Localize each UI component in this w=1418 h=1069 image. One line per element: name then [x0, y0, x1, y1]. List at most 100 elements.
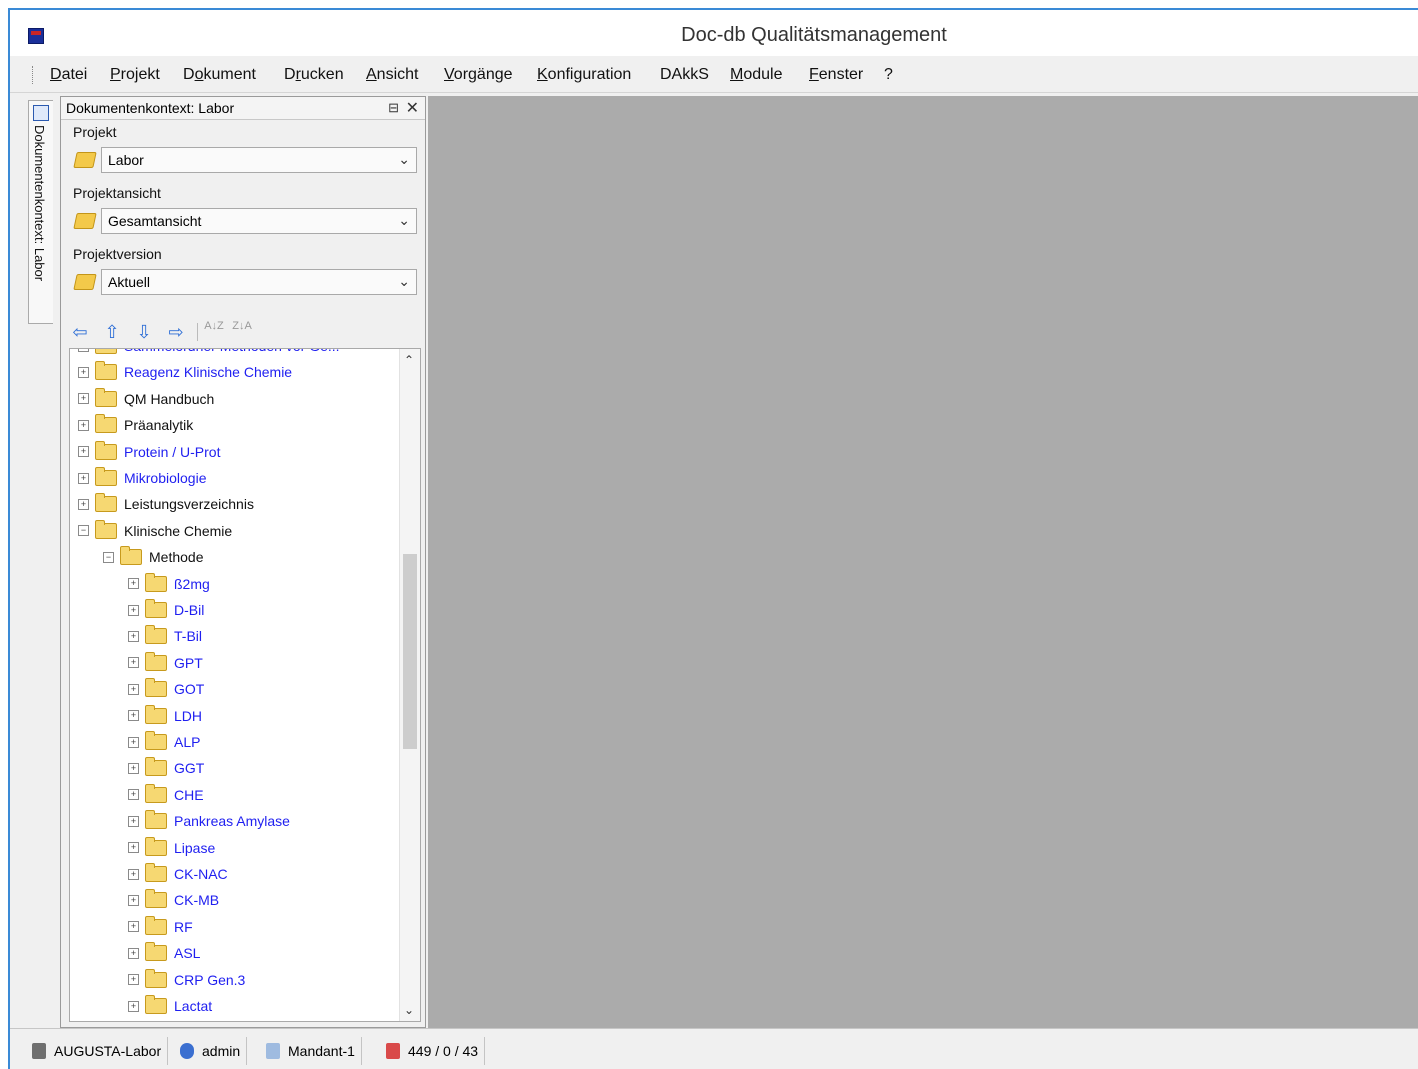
arrow-left-icon[interactable]: ⇦: [69, 321, 91, 343]
tree-node-label[interactable]: Leistungsverzeichnis: [124, 496, 254, 512]
expand-icon[interactable]: +: [128, 710, 139, 722]
menu-item[interactable]: Drucken: [284, 66, 344, 84]
expand-icon[interactable]: +: [128, 868, 139, 880]
tree-node-label[interactable]: GPT: [174, 655, 203, 671]
tree-node-label[interactable]: Reagenz Klinische Chemie: [124, 364, 292, 380]
tree-node-label[interactable]: Methode: [149, 549, 203, 565]
chevron-down-icon[interactable]: ⌄: [398, 212, 410, 229]
expand-icon[interactable]: +: [128, 789, 139, 801]
tree-node[interactable]: + Präanalytik: [78, 414, 193, 436]
scroll-up-icon[interactable]: ⌃: [404, 353, 414, 367]
tree-node-label[interactable]: Klinische Chemie: [124, 523, 232, 539]
expand-icon[interactable]: +: [128, 894, 139, 906]
arrow-down-icon[interactable]: ⇩: [133, 321, 155, 343]
projektversion-select[interactable]: Aktuell ⌄: [73, 269, 417, 297]
tree-node-label[interactable]: Lactat: [174, 998, 212, 1014]
expand-icon[interactable]: +: [128, 762, 139, 774]
tree-node[interactable]: + D-Bil: [128, 599, 204, 621]
menu-item[interactable]: Vorgänge: [444, 66, 513, 84]
tree-node-label[interactable]: ß2mg: [174, 576, 210, 592]
tree-node-label[interactable]: Protein / U-Prot: [124, 444, 220, 460]
tree-node[interactable]: + ASL: [128, 942, 200, 964]
tree-node[interactable]: + ALP: [128, 731, 200, 753]
tree-node[interactable]: + Mikrobiologie: [78, 467, 206, 489]
close-icon[interactable]: ✕: [406, 98, 419, 118]
expand-icon[interactable]: +: [78, 446, 89, 458]
tree-node-label[interactable]: T-Bil: [174, 628, 202, 644]
expand-icon[interactable]: +: [78, 498, 89, 510]
expand-icon[interactable]: +: [78, 393, 89, 405]
tree-node-label[interactable]: GGT: [174, 760, 204, 776]
menu-item[interactable]: Ansicht: [366, 66, 418, 84]
menu-item[interactable]: ?: [884, 66, 893, 84]
expand-icon[interactable]: +: [128, 815, 139, 827]
projektansicht-combobox[interactable]: Gesamtansicht ⌄: [101, 208, 417, 234]
tree-node[interactable]: + RF: [128, 915, 193, 938]
tree-node[interactable]: + T-Bil: [128, 625, 202, 647]
expand-icon[interactable]: +: [78, 349, 89, 352]
expand-icon[interactable]: +: [128, 947, 139, 959]
tree-node[interactable]: + GOT: [128, 678, 204, 700]
tree-node-label[interactable]: Präanalytik: [124, 417, 193, 433]
scrollbar-thumb[interactable]: [403, 554, 417, 749]
tree-node[interactable]: + LDH: [128, 704, 202, 727]
tree-node-label[interactable]: Lipase: [174, 840, 215, 856]
expand-icon[interactable]: +: [128, 604, 139, 616]
tree-node[interactable]: + CRP Gen.3: [128, 968, 245, 991]
tree-node-label[interactable]: RF: [174, 919, 193, 935]
tree-node-label[interactable]: QM Handbuch: [124, 391, 214, 407]
tree-node[interactable]: − Klinische Chemie: [78, 519, 232, 542]
scroll-down-icon[interactable]: ⌄: [404, 1003, 414, 1017]
expand-icon[interactable]: +: [128, 1000, 139, 1012]
expand-icon[interactable]: +: [78, 419, 89, 431]
tree-node-label[interactable]: D-Bil: [174, 602, 204, 618]
expand-icon[interactable]: +: [78, 366, 89, 378]
expand-icon[interactable]: +: [128, 736, 139, 748]
menu-item[interactable]: Datei: [50, 66, 87, 84]
tree-node-label[interactable]: ALP: [174, 734, 200, 750]
projekt-combobox[interactable]: Labor ⌄: [101, 147, 417, 173]
sort-descending-icon[interactable]: Z↓A: [231, 321, 253, 343]
tree-node[interactable]: + QM Handbuch: [78, 387, 214, 410]
menu-item[interactable]: Module: [730, 66, 782, 84]
expand-icon[interactable]: +: [128, 974, 139, 986]
expand-icon[interactable]: +: [128, 683, 139, 695]
tree-node[interactable]: + Lipase: [128, 836, 215, 859]
chevron-down-icon[interactable]: ⌄: [398, 151, 410, 168]
tree-node-label[interactable]: ASL: [174, 945, 200, 961]
tree-node-label[interactable]: CRP Gen.3: [174, 972, 245, 988]
tree-node[interactable]: + Sammelordner Methoden vor Ge...: [78, 349, 340, 357]
tree-node[interactable]: + Leistungsverzeichnis: [78, 493, 254, 515]
tree-node-label[interactable]: CHE: [174, 787, 204, 803]
projektversion-combobox[interactable]: Aktuell ⌄: [101, 269, 417, 295]
tree-node[interactable]: + Lactat: [128, 995, 212, 1017]
menu-item[interactable]: Fenster: [809, 66, 863, 84]
pin-icon[interactable]: ⊟: [388, 100, 399, 116]
sort-ascending-icon[interactable]: A↓Z: [203, 321, 225, 343]
tree-node[interactable]: + Reagenz Klinische Chemie: [78, 361, 292, 383]
tree-node-label[interactable]: Mikrobiologie: [124, 470, 206, 486]
tree-node[interactable]: + CHE: [128, 783, 204, 806]
menu-item[interactable]: Projekt: [110, 66, 160, 84]
tree-node[interactable]: + CK-NAC: [128, 863, 228, 885]
menu-grip-handle[interactable]: [32, 66, 35, 84]
tree-node[interactable]: + CK-MB: [128, 889, 219, 911]
tree-node-label[interactable]: Sammelordner Methoden vor Ge...: [124, 349, 340, 354]
tree-node-label[interactable]: Pankreas Amylase: [174, 813, 290, 829]
menu-item[interactable]: Konfiguration: [537, 66, 631, 84]
expand-icon[interactable]: +: [128, 578, 139, 590]
arrow-up-icon[interactable]: ⇧: [101, 321, 123, 343]
tree-node[interactable]: + Protein / U-Prot: [78, 440, 220, 463]
arrow-right-icon[interactable]: ⇨: [165, 321, 187, 343]
tree-node-label[interactable]: CK-MB: [174, 892, 219, 908]
expand-icon[interactable]: +: [128, 921, 139, 933]
tree-node[interactable]: + GGT: [128, 757, 204, 779]
tree-node[interactable]: + Pankreas Amylase: [128, 810, 290, 832]
expand-icon[interactable]: +: [128, 657, 139, 669]
menu-item[interactable]: DAkkS: [660, 66, 709, 84]
tree-node[interactable]: + ß2mg: [128, 572, 210, 595]
side-tab-dokumentenkontext[interactable]: Dokumentenkontext: Labor: [28, 100, 53, 324]
tree-node-label[interactable]: LDH: [174, 708, 202, 724]
collapse-icon[interactable]: −: [78, 525, 89, 537]
expand-icon[interactable]: +: [128, 842, 139, 854]
